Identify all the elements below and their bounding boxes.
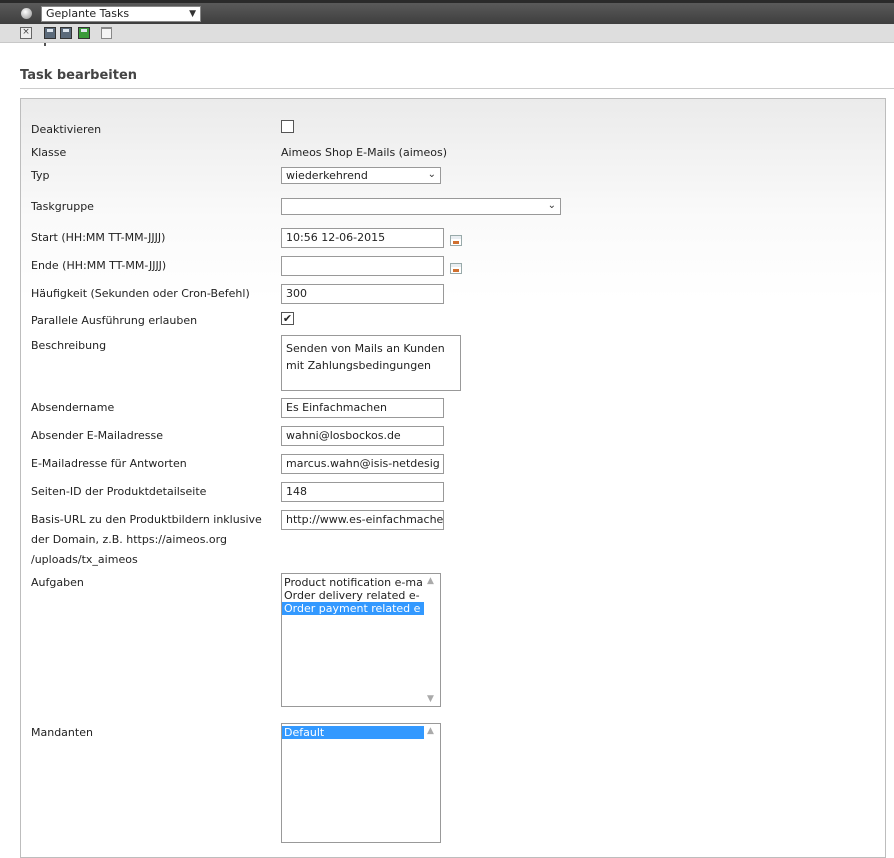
antwort-email-input[interactable]: marcus.wahn@isis-netdesig xyxy=(281,454,444,474)
label-basis-url: Basis-URL zu den Produktbildern inklusiv… xyxy=(31,513,262,526)
label-start: Start (HH:MM TT-MM-JJJJ) xyxy=(31,231,166,244)
save-and-close-icon[interactable] xyxy=(60,27,72,39)
scrollbar[interactable]: ▲ xyxy=(424,724,440,842)
calendar-icon[interactable] xyxy=(450,263,462,274)
label-aufgaben: Aufgaben xyxy=(31,576,84,589)
chevron-up-icon: ▲ xyxy=(427,726,434,736)
start-input[interactable]: 10:56 12-06-2015 xyxy=(281,228,444,248)
list-item[interactable]: Order delivery related e- xyxy=(282,589,424,602)
title-divider xyxy=(20,88,894,89)
label-basis-url: /uploads/tx_aimeos xyxy=(31,553,138,566)
label-absender-email: Absender E-Mailadresse xyxy=(31,429,164,442)
page-title: Task bearbeiten xyxy=(20,68,138,83)
taskgruppe-select[interactable]: ⌄ xyxy=(281,198,561,215)
list-item[interactable]: Default xyxy=(282,726,424,739)
label-ende: Ende (HH:MM TT-MM-JJJJ) xyxy=(31,259,167,272)
beschreibung-textarea[interactable]: Senden von Mails an Kunden mit Zahlungsb… xyxy=(281,335,461,391)
basis-url-input[interactable]: http://www.es-einfachmache xyxy=(281,510,444,530)
mandanten-listbox[interactable]: Default ▲ xyxy=(281,723,441,843)
chevron-down-icon: ⌄ xyxy=(427,169,436,180)
save-and-new-icon[interactable] xyxy=(78,27,90,39)
module-select[interactable]: Geplante Tasks ▼ xyxy=(41,6,201,22)
scrollbar[interactable]: ▲ ▼ xyxy=(424,574,440,706)
chevron-down-icon: ▼ xyxy=(427,694,434,704)
list-item[interactable]: Order payment related e xyxy=(282,602,424,615)
label-typ: Typ xyxy=(31,169,50,182)
absendername-input[interactable]: Es Einfachmachen xyxy=(281,398,444,418)
chevron-down-icon: ▼ xyxy=(189,9,196,19)
toolbar-marker xyxy=(44,43,46,46)
deaktivieren-checkbox[interactable] xyxy=(281,120,294,133)
label-basis-url: der Domain, z.B. https://aimeos.org xyxy=(31,533,227,546)
label-parallel: Parallele Ausführung erlauben xyxy=(31,314,198,327)
label-beschreibung: Beschreibung xyxy=(31,339,107,352)
trash-icon[interactable] xyxy=(101,27,112,39)
typ-select[interactable]: wiederkehrend ⌄ xyxy=(281,167,441,184)
label-absendername: Absendername xyxy=(31,401,115,414)
globe-icon xyxy=(21,8,32,19)
label-haeufigkeit: Häufigkeit (Sekunden oder Cron-Befehl) xyxy=(31,287,250,300)
seiten-id-input[interactable]: 148 xyxy=(281,482,444,502)
klasse-value: Aimeos Shop E-Mails (aimeos) xyxy=(281,146,447,159)
module-header-bar: Geplante Tasks ▼ xyxy=(0,0,894,24)
parallel-checkbox[interactable]: ✔ xyxy=(281,312,294,325)
aufgaben-listbox[interactable]: Product notification e-ma Order delivery… xyxy=(281,573,441,707)
label-klasse: Klasse xyxy=(31,146,67,159)
ende-input[interactable] xyxy=(281,256,444,276)
label-deaktivieren: Deaktivieren xyxy=(31,123,102,136)
typ-select-value: wiederkehrend xyxy=(286,169,368,182)
label-taskgruppe: Taskgruppe xyxy=(31,200,94,213)
chevron-up-icon: ▲ xyxy=(427,576,434,586)
calendar-icon[interactable] xyxy=(450,235,462,246)
haeufigkeit-input[interactable]: 300 xyxy=(281,284,444,304)
module-select-value: Geplante Tasks xyxy=(46,7,130,20)
label-antwort-email: E-Mailadresse für Antworten xyxy=(31,457,187,470)
list-item[interactable]: Product notification e-ma xyxy=(282,576,424,589)
label-seiten-id: Seiten-ID der Produktdetailseite xyxy=(31,485,207,498)
doc-toolbar: × xyxy=(0,24,894,46)
save-icon[interactable] xyxy=(44,27,56,39)
label-mandanten: Mandanten xyxy=(31,726,93,739)
chevron-down-icon: ⌄ xyxy=(547,200,556,211)
beschreibung-line: Senden von Mails an Kunden xyxy=(286,342,445,355)
close-icon[interactable]: × xyxy=(20,27,32,39)
beschreibung-line: mit Zahlungsbedingungen xyxy=(286,359,431,372)
absender-email-input[interactable]: wahni@losbockos.de xyxy=(281,426,444,446)
